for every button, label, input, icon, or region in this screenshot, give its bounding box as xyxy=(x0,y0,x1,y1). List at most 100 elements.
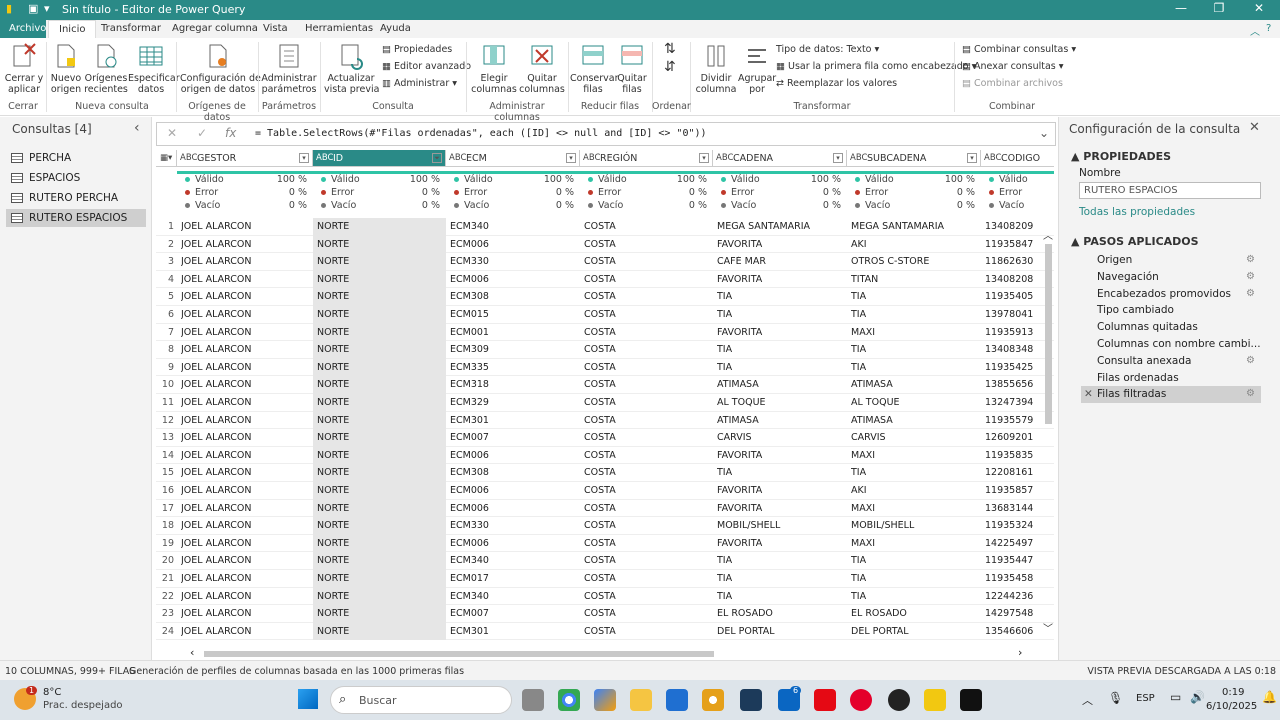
table-row[interactable]: 8 JOEL ALARCON NORTE ECM309 COSTA TIA TIA 13408… xyxy=(156,341,1054,359)
maximize-button[interactable]: ❐ xyxy=(1204,1,1234,19)
column-header-id[interactable]: ABC ID ⏷ xyxy=(313,150,446,167)
tray-chevron-icon[interactable]: ︿ xyxy=(1082,692,1093,708)
table-cell[interactable]: TIA xyxy=(717,591,843,602)
table-row[interactable]: 16 JOEL ALARCON NORTE ECM006 COSTA FAVORITA AK… xyxy=(156,482,1054,500)
table-cell[interactable]: EL ROSADO xyxy=(717,608,843,619)
table-cell[interactable]: JOEL ALARCON xyxy=(181,626,309,637)
menu-archivo[interactable]: Archivo xyxy=(0,20,46,38)
scroll-left-icon[interactable]: ‹ xyxy=(190,646,194,659)
table-cell[interactable]: NORTE xyxy=(317,520,442,531)
table-cell[interactable]: AL TOQUE xyxy=(851,397,977,408)
confirm-formula-icon[interactable]: ✓ xyxy=(197,126,207,140)
table-cell[interactable]: COSTA xyxy=(584,432,709,443)
table-cell[interactable]: JOEL ALARCON xyxy=(181,344,309,355)
table-cell[interactable]: TIA xyxy=(851,573,977,584)
table-cell[interactable]: COSTA xyxy=(584,327,709,338)
conservar-filas-button[interactable]: Conservar filas xyxy=(570,42,619,95)
table-cell[interactable]: ECM017 xyxy=(450,573,576,584)
table-cell[interactable]: MOBIL/SHELL xyxy=(851,520,977,531)
task-view-icon[interactable] xyxy=(522,689,544,711)
network-icon[interactable]: ▭ xyxy=(1170,690,1181,704)
table-cell[interactable]: TIA xyxy=(851,467,977,478)
table-cell[interactable]: NORTE xyxy=(317,591,442,602)
status-profile[interactable]: Generación de perfiles de columnas basad… xyxy=(129,666,464,677)
gear-icon[interactable]: ⚙ xyxy=(1246,254,1255,265)
table-cell[interactable]: CARVIS xyxy=(851,432,977,443)
collapse-pane-icon[interactable]: ‹ xyxy=(134,120,140,136)
gear-icon[interactable]: ⚙ xyxy=(1246,288,1255,299)
table-cell[interactable]: NORTE xyxy=(317,432,442,443)
quick-access-dropdown-icon[interactable]: ▾ xyxy=(44,2,50,15)
scroll-right-icon[interactable]: › xyxy=(1018,646,1022,659)
table-row[interactable]: 2 JOEL ALARCON NORTE ECM006 COSTA FAVORITA AKI… xyxy=(156,235,1054,254)
table-cell[interactable]: MAXI xyxy=(851,327,977,338)
table-row[interactable]: 5 JOEL ALARCON NORTE ECM308 COSTA TIA TIA 11935… xyxy=(156,288,1054,306)
text-type-icon[interactable]: ABC xyxy=(449,153,466,163)
table-cell[interactable]: FAVORITA xyxy=(717,503,843,514)
table-cell[interactable]: ECM329 xyxy=(450,397,576,408)
table-cell[interactable]: ECM340 xyxy=(450,221,576,232)
delete-step-icon[interactable]: ✕ xyxy=(1084,388,1093,400)
applied-step[interactable]: Columnas quitadas xyxy=(1081,319,1261,336)
table-cell[interactable]: NORTE xyxy=(317,256,442,267)
menu-ayuda[interactable]: Ayuda xyxy=(380,23,411,34)
table-cell[interactable]: ECM006 xyxy=(450,450,576,461)
table-cell[interactable]: ECM007 xyxy=(450,432,576,443)
query-item-espacios[interactable]: ESPACIOS xyxy=(6,169,146,187)
table-cell[interactable]: NORTE xyxy=(317,415,442,426)
table-row[interactable]: 7 JOEL ALARCON NORTE ECM001 COSTA FAVORITA MAX… xyxy=(156,323,1054,342)
table-cell[interactable]: NORTE xyxy=(317,379,442,390)
table-cell[interactable]: FAVORITA xyxy=(717,450,843,461)
applied-step[interactable]: Columnas con nombre cambi... xyxy=(1081,336,1261,353)
table-cell[interactable]: TIA xyxy=(851,309,977,320)
table-cell[interactable]: NORTE xyxy=(317,327,442,338)
table-cell[interactable]: ECM340 xyxy=(450,555,576,566)
tipo-datos-dropdown[interactable]: Tipo de datos: Texto ▾ xyxy=(776,44,879,55)
column-header-ecm[interactable]: ABC ECM ▾ xyxy=(446,150,580,167)
table-row[interactable]: 6 JOEL ALARCON NORTE ECM015 COSTA TIA TIA 13978… xyxy=(156,306,1054,324)
table-cell[interactable]: NORTE xyxy=(317,485,442,496)
table-cell[interactable]: NORTE xyxy=(317,573,442,584)
applied-step[interactable]: Filas ordenadas xyxy=(1081,370,1261,387)
vertical-scrollbar[interactable]: ︿ ﹀ xyxy=(1042,230,1054,635)
table-cell[interactable]: TIA xyxy=(717,291,843,302)
text-type-icon[interactable]: ABC xyxy=(316,153,333,163)
table-cell[interactable]: MAXI xyxy=(851,538,977,549)
column-header-gestor[interactable]: ABC GESTOR ▾ xyxy=(177,150,313,167)
table-cell[interactable]: MAXI xyxy=(851,450,977,461)
table-cell[interactable]: ECM308 xyxy=(450,291,576,302)
table-cell[interactable]: TIA xyxy=(717,309,843,320)
table-cell[interactable]: TIA xyxy=(717,573,843,584)
agrupar-por-button[interactable]: Agrupar por xyxy=(738,42,776,95)
table-cell[interactable]: ECM340 xyxy=(450,591,576,602)
table-cell[interactable]: JOEL ALARCON xyxy=(181,573,309,584)
table-cell[interactable]: JOEL ALARCON xyxy=(181,397,309,408)
admin-parametros-button[interactable]: Administrar parámetros xyxy=(260,42,318,95)
table-cell[interactable]: JOEL ALARCON xyxy=(181,591,309,602)
all-properties-link[interactable]: Todas las propiedades xyxy=(1079,206,1195,218)
vertical-scroll-thumb[interactable] xyxy=(1045,244,1052,424)
table-cell[interactable]: ECM309 xyxy=(450,344,576,355)
table-cell[interactable]: JOEL ALARCON xyxy=(181,467,309,478)
table-cell[interactable]: DEL PORTAL xyxy=(717,626,843,637)
table-cell[interactable]: ECM308 xyxy=(450,467,576,478)
formula-bar[interactable]: ✕ ✓ fx = Table.SelectRows(#"Filas ordena… xyxy=(156,122,1056,146)
administrar-button[interactable]: ▥ Administrar ▾ xyxy=(382,78,457,89)
text-type-icon[interactable]: ABC xyxy=(180,153,197,163)
table-cell[interactable]: TIA xyxy=(717,344,843,355)
table-cell[interactable]: EL ROSADO xyxy=(851,608,977,619)
table-cell[interactable]: COSTA xyxy=(584,573,709,584)
table-cell[interactable]: AL TOQUE xyxy=(717,397,843,408)
table-row[interactable]: 10 JOEL ALARCON NORTE ECM318 COSTA ATIMASA ATI… xyxy=(156,376,1054,394)
menu-inicio[interactable]: Inicio xyxy=(48,20,97,38)
table-cell[interactable]: JOEL ALARCON xyxy=(181,362,309,373)
query-name-input[interactable]: RUTERO ESPACIOS xyxy=(1079,182,1261,199)
table-cell[interactable]: JOEL ALARCON xyxy=(181,256,309,267)
table-cell[interactable]: COSTA xyxy=(584,467,709,478)
editor-avanzado-button[interactable]: ▦ Editor avanzado xyxy=(382,61,471,72)
table-cell[interactable]: NORTE xyxy=(317,344,442,355)
expand-formula-icon[interactable]: ⌄ xyxy=(1039,126,1049,140)
query-item-percha[interactable]: PERCHA xyxy=(6,149,146,167)
table-cell[interactable]: MOBIL/SHELL xyxy=(717,520,843,531)
table-cell[interactable]: TIA xyxy=(851,362,977,373)
